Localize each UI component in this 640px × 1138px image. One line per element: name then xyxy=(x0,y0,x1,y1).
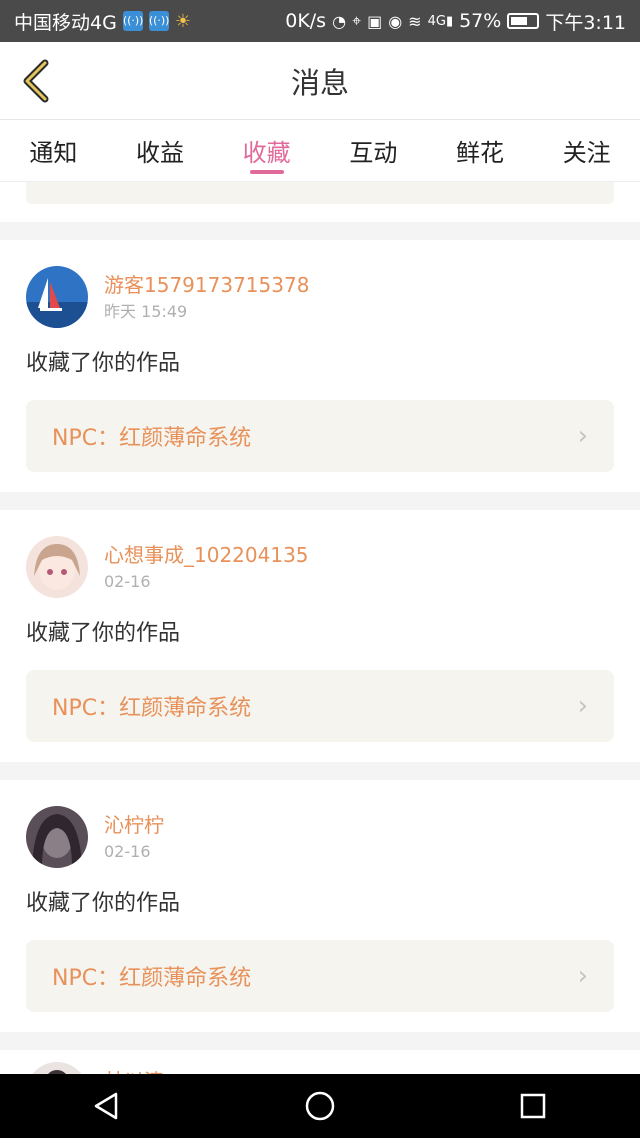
tab-interaction[interactable]: 互动 xyxy=(320,120,427,181)
action-text: 收藏了你的作品 xyxy=(26,621,181,646)
status-bar-right: 0K/s ◔ ⌖ ▣ ◉ ≋ 4G▮ 57% 下午3:11 xyxy=(285,8,626,35)
hd-icon: ▣ xyxy=(367,11,383,31)
eye-icon: ◉ xyxy=(388,11,403,31)
divider xyxy=(0,762,640,780)
timestamp: 02-16 xyxy=(104,842,151,861)
signal-icon: 4G▮ xyxy=(427,13,454,29)
network-speed: 0K/s xyxy=(285,10,327,32)
chevron-right-icon: › xyxy=(577,691,588,721)
notification-list[interactable]: 游客1579173715378 昨天 15:49 收藏了你的作品 NPC：红颜薄… xyxy=(0,182,640,1074)
battery-icon xyxy=(507,13,540,29)
user-name[interactable]: 游客1579173715378 xyxy=(104,270,309,300)
tab-favorites[interactable]: 收藏 xyxy=(213,120,320,181)
wifi-icon: ≋ xyxy=(408,11,422,31)
nav-recents-button[interactable] xyxy=(503,1076,563,1136)
triangle-back-icon xyxy=(94,1092,117,1120)
previous-card-tail xyxy=(0,182,640,222)
list-item: 心想事成_102204135 02-16 收藏了你的作品 NPC：红颜薄命系统 … xyxy=(0,510,640,762)
avatar[interactable] xyxy=(26,536,88,598)
brightness-icon: ☀ xyxy=(174,10,191,32)
circle-home-icon xyxy=(305,1091,335,1121)
carrier-label: 中国移动4G xyxy=(14,11,117,34)
work-link[interactable]: NPC：红颜薄命系统 › xyxy=(26,670,614,742)
data-saver-icon: ◔ xyxy=(332,11,347,31)
divider xyxy=(0,222,640,240)
user-info: 心想事成_102204135 02-16 xyxy=(104,540,309,594)
user-name[interactable]: 林以清 xyxy=(104,1066,164,1074)
clock: 下午3:11 xyxy=(545,11,626,34)
user-info: 沁柠柠 02-16 xyxy=(104,810,164,864)
status-bar: 中国移动4G ((·)) ((·)) ☀ 0K/s ◔ ⌖ ▣ ◉ ≋ 4G▮ … xyxy=(0,0,640,42)
divider xyxy=(0,492,640,510)
tab-following[interactable]: 关注 xyxy=(533,120,640,181)
avatar[interactable] xyxy=(26,806,88,868)
list-item: 沁柠柠 02-16 收藏了你的作品 NPC：红颜薄命系统 › xyxy=(0,780,640,1032)
user-row: 心想事成_102204135 02-16 xyxy=(26,536,614,598)
system-nav-bar xyxy=(0,1074,640,1138)
avatar[interactable] xyxy=(26,1062,88,1074)
sailboat-avatar-image xyxy=(26,266,88,328)
user-name[interactable]: 沁柠柠 xyxy=(104,810,164,840)
tab-bar: 通知 收益 收藏 互动 鲜花 关注 xyxy=(0,120,640,182)
chevron-right-icon: › xyxy=(577,961,588,991)
previous-work-link-tail[interactable] xyxy=(26,182,614,204)
list-item: 游客1579173715378 昨天 15:49 收藏了你的作品 NPC：红颜薄… xyxy=(0,240,640,492)
user-row: 沁柠柠 02-16 xyxy=(26,806,614,868)
back-button[interactable] xyxy=(16,58,56,104)
square-recents-icon xyxy=(521,1093,546,1119)
wifi-hotspot-icon: ((·)) xyxy=(148,11,169,31)
back-arrow-icon xyxy=(23,59,49,103)
location-icon: ⌖ xyxy=(352,11,362,30)
wifi-hotspot-icon: ((·)) xyxy=(122,11,143,31)
work-title: NPC：红颜薄命系统 xyxy=(52,966,252,991)
user-info: 游客1579173715378 昨天 15:49 xyxy=(104,270,309,324)
nav-back-button[interactable] xyxy=(77,1076,137,1136)
top-app-bar: 消息 xyxy=(0,42,640,120)
list-item: 林以清 xyxy=(0,1050,640,1074)
work-link[interactable]: NPC：红颜薄命系统 › xyxy=(26,400,614,472)
portrait-avatar-image xyxy=(26,1062,88,1074)
avatar[interactable] xyxy=(26,266,88,328)
signal-label: 4G xyxy=(427,13,446,29)
tab-income[interactable]: 收益 xyxy=(107,120,214,181)
nav-home-button[interactable] xyxy=(290,1076,350,1136)
action-text: 收藏了你的作品 xyxy=(26,891,181,916)
timestamp: 昨天 15:49 xyxy=(104,302,188,321)
tab-flowers[interactable]: 鲜花 xyxy=(427,120,534,181)
anime-girl-avatar-image xyxy=(26,536,88,598)
work-link[interactable]: NPC：红颜薄命系统 › xyxy=(26,940,614,1012)
timestamp: 02-16 xyxy=(104,572,151,591)
tab-notice[interactable]: 通知 xyxy=(0,120,107,181)
dark-portrait-avatar-image xyxy=(26,806,88,868)
work-title: NPC：红颜薄命系统 xyxy=(52,426,252,451)
work-title: NPC：红颜薄命系统 xyxy=(52,696,252,721)
action-text: 收藏了你的作品 xyxy=(26,351,181,376)
status-bar-left: 中国移动4G ((·)) ((·)) ☀ xyxy=(14,8,191,35)
divider xyxy=(0,1032,640,1050)
chevron-right-icon: › xyxy=(577,421,588,451)
battery-percent: 57% xyxy=(459,10,502,32)
user-name[interactable]: 心想事成_102204135 xyxy=(104,540,309,570)
user-row: 游客1579173715378 昨天 15:49 xyxy=(26,266,614,328)
page-title: 消息 xyxy=(290,65,349,100)
